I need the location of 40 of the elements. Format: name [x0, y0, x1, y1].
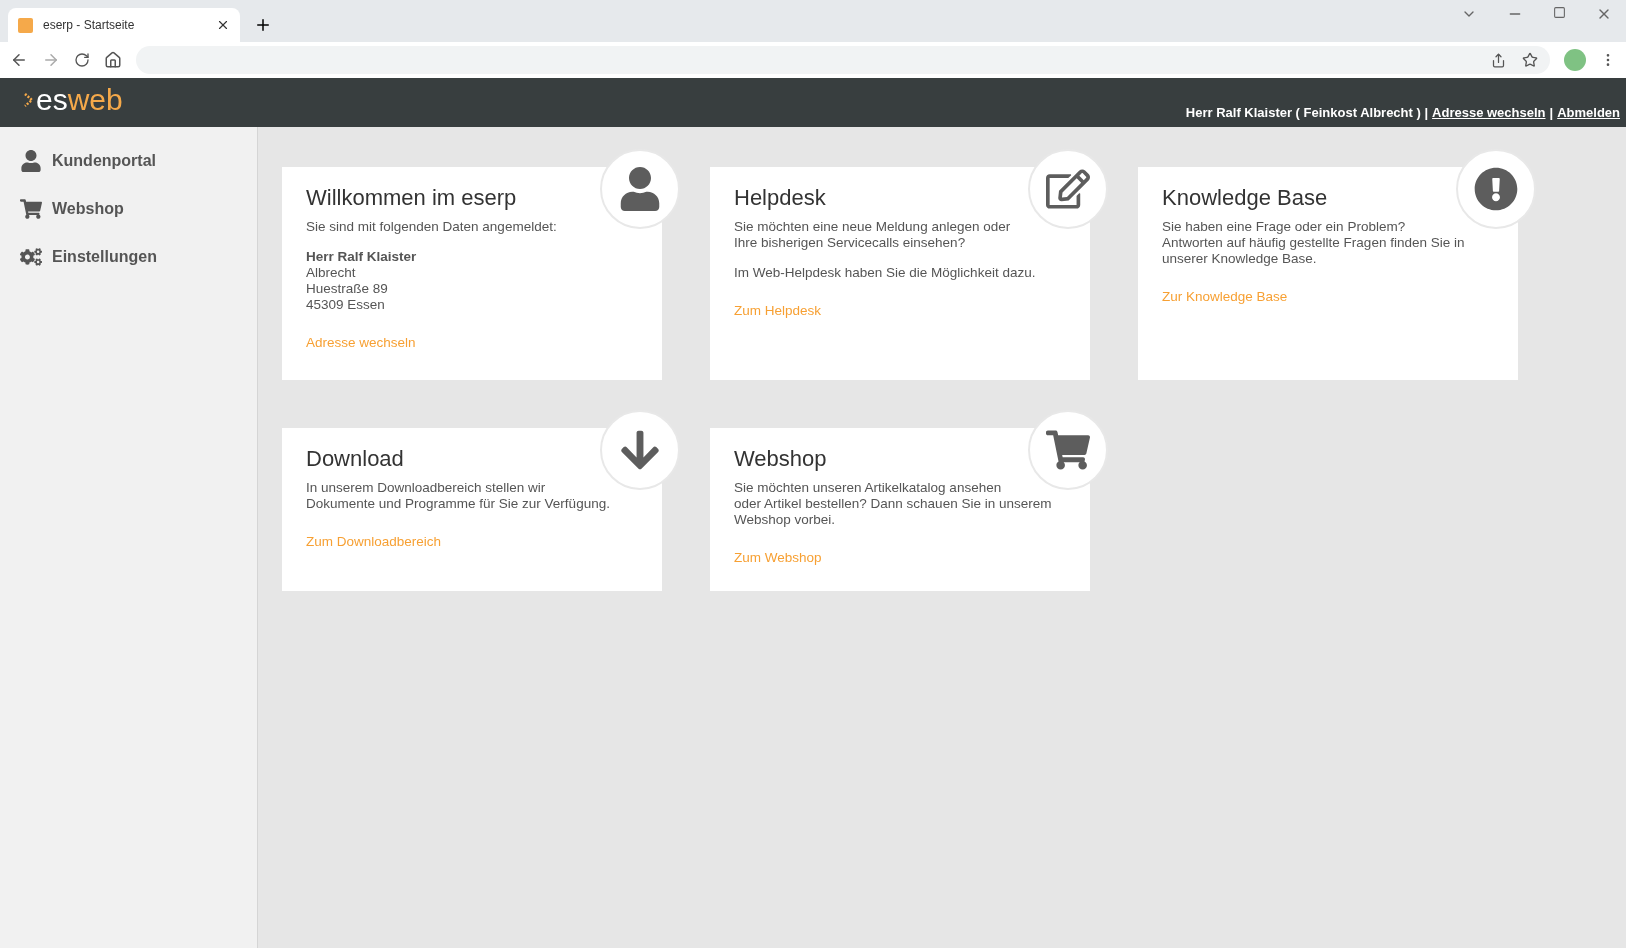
header-link[interactable]: Adresse wechseln: [1432, 105, 1546, 120]
address-field[interactable]: [136, 46, 1550, 74]
card-text: Sie haben eine Frage oder ein Problem? Antworten auf häufig gestellte Fragen finden Sie in unserer Knowledge Base.: [1162, 219, 1466, 267]
reload-icon[interactable]: [74, 52, 90, 68]
close-icon[interactable]: [216, 18, 230, 32]
card-text: Sie sind mit folgenden Daten angemeldet:: [306, 219, 558, 235]
favicon-icon: [18, 17, 33, 33]
card-title: Helpdesk: [734, 185, 827, 211]
settings-icon: [20, 246, 42, 268]
cart-icon: [20, 198, 42, 220]
chevron-icon: [24, 92, 34, 107]
user-info: |: [1549, 105, 1554, 120]
back-icon[interactable]: [10, 51, 28, 69]
card-text: Sie möchten eine neue Meldung anlegen oder Ihre bisherigen Servicecalls einsehen?: [734, 219, 1012, 251]
card-title: Knowledge Base: [1162, 185, 1329, 211]
sidebar-item[interactable]: Einstellungen: [0, 233, 257, 281]
card-text: Herr Ralf Klaister Albrecht Huestraße 89 45309 Essen: [306, 249, 418, 313]
sidebar-item[interactable]: Webshop: [0, 185, 257, 233]
download-icon: [618, 428, 662, 472]
star-icon[interactable]: [1522, 52, 1538, 68]
person-icon: [618, 167, 662, 211]
maximize-icon[interactable]: [1553, 6, 1566, 19]
header-link[interactable]: Abmelden: [1557, 105, 1620, 120]
edit-icon: [1046, 167, 1090, 211]
card-text: Sie möchten unseren Artikelkatalog ansehen oder Artikel bestellen? Dann schauen Sie in unserem Webshop vorbei.: [734, 480, 1053, 528]
card-title: Webshop: [734, 446, 828, 472]
user-info: Herr Ralf Klaister ( Feinkost Albrecht ) |: [1185, 105, 1429, 120]
card-text: Im Web-Helpdesk haben Sie die Möglichkeit dazu.: [734, 265, 1037, 281]
person-icon: [20, 150, 42, 172]
card-text: In unserem Downloadbereich stellen wir Dokumente und Programme für Sie zur Verfügung.: [306, 480, 611, 512]
sidebar-item[interactable]: Kundenportal: [0, 137, 257, 185]
card-title: Download: [306, 446, 405, 472]
alert-icon: [1474, 167, 1518, 211]
cart-icon: [1046, 428, 1090, 472]
logo: esweb: [24, 84, 123, 115]
share-icon[interactable]: [1491, 52, 1506, 68]
browser-tab[interactable]: eserp - Startseite: [8, 8, 240, 42]
card-title: Willkommen im eserp: [306, 185, 518, 211]
home-icon[interactable]: [104, 51, 122, 69]
new-tab-icon[interactable]: [254, 16, 272, 34]
